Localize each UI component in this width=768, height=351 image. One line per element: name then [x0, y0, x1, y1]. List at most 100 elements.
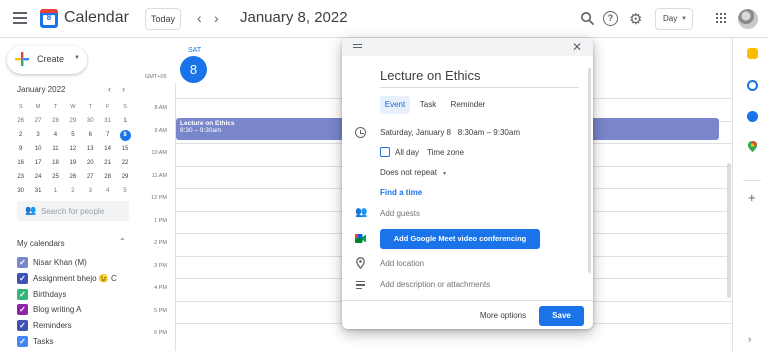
help-icon[interactable]: ?	[603, 11, 618, 26]
calendar-item[interactable]: ✓ Assignment bhejo 😉 C	[17, 271, 117, 285]
checkbox-icon[interactable]: ✓	[17, 303, 28, 315]
grid-scrollbar[interactable]	[727, 163, 731, 298]
add-addon-icon[interactable]: +	[748, 190, 756, 205]
find-a-time-link[interactable]: Find a time	[380, 188, 422, 197]
mini-calendar-day[interactable]: 29	[116, 170, 133, 184]
contacts-icon[interactable]	[747, 111, 758, 122]
mini-calendar-day[interactable]: 2	[12, 128, 29, 142]
repeat-select[interactable]: Does not repeat ▼	[380, 168, 447, 177]
google-apps-icon[interactable]	[716, 13, 726, 23]
tab-reminder[interactable]: Reminder	[446, 96, 490, 114]
add-description-input[interactable]: Add description or attachments	[380, 280, 490, 289]
checkbox-icon[interactable]: ✓	[17, 319, 28, 331]
mini-calendar-day[interactable]: 30	[82, 114, 99, 128]
start-time[interactable]: 8:30am	[458, 128, 485, 137]
next-day-icon[interactable]: ›	[214, 10, 219, 26]
mini-calendar-day[interactable]: 4	[99, 184, 116, 198]
mini-calendar-day[interactable]: 31	[29, 184, 46, 198]
mini-calendar-week: 16 17 18 19 20 21 22	[12, 156, 134, 170]
mini-calendar-day[interactable]: 25	[47, 170, 64, 184]
mini-calendar-day[interactable]: 26	[12, 114, 29, 128]
dialog-scrollbar[interactable]	[588, 68, 591, 273]
mini-calendar-day[interactable]: 5	[116, 184, 133, 198]
mini-calendar-day[interactable]: 23	[12, 170, 29, 184]
mini-calendar-day[interactable]: 18	[47, 156, 64, 170]
mini-calendar-day[interactable]: 13	[82, 142, 99, 156]
view-select[interactable]: Day ▼	[655, 8, 693, 30]
search-icon[interactable]	[580, 11, 595, 26]
mini-calendar-day[interactable]: 27	[82, 170, 99, 184]
mini-calendar-day[interactable]: 12	[64, 142, 81, 156]
mini-calendar-day[interactable]: 28	[47, 114, 64, 128]
today-button[interactable]: Today	[145, 8, 181, 30]
calendar-item[interactable]: ✓ Tasks	[17, 334, 53, 348]
expand-panel-icon[interactable]: ›	[748, 334, 751, 345]
mini-calendar-day[interactable]: 4	[47, 128, 64, 142]
mini-calendar-day[interactable]: 24	[29, 170, 46, 184]
mini-calendar-day[interactable]: 8	[116, 128, 133, 142]
tab-event[interactable]: Event	[380, 96, 410, 114]
checkbox-icon[interactable]: ✓	[17, 288, 28, 300]
mini-calendar-day[interactable]: 6	[82, 128, 99, 142]
tab-task[interactable]: Task	[415, 96, 441, 114]
people-search-input[interactable]: 👥 Search for people	[17, 201, 129, 221]
drag-handle-icon[interactable]	[353, 44, 362, 50]
mini-calendar-day[interactable]: 5	[64, 128, 81, 142]
mini-calendar-next-icon[interactable]: ›	[122, 84, 125, 94]
mini-calendar-day[interactable]: 22	[116, 156, 133, 170]
close-icon[interactable]: ✕	[572, 40, 582, 54]
gear-icon[interactable]: ⚙	[629, 10, 642, 28]
mini-calendar-day[interactable]: 16	[12, 156, 29, 170]
calendar-item[interactable]: ✓ Birthdays	[17, 287, 66, 301]
mini-calendar-day[interactable]: 1	[116, 114, 133, 128]
keep-icon[interactable]	[747, 48, 758, 59]
mini-calendar-day[interactable]: 17	[29, 156, 46, 170]
more-options-button[interactable]: More options	[472, 306, 534, 326]
mini-calendar-day[interactable]: 31	[99, 114, 116, 128]
chevron-up-icon[interactable]: ⌃	[119, 237, 126, 246]
mini-calendar-day[interactable]: 10	[29, 142, 46, 156]
mini-calendar-day[interactable]: 3	[29, 128, 46, 142]
mini-calendar-prev-icon[interactable]: ‹	[108, 84, 111, 94]
calendar-item[interactable]: ✓ Reminders	[17, 318, 72, 332]
event-title-input[interactable]: Lecture on Ethics	[380, 68, 480, 83]
mini-calendar-day[interactable]: 15	[116, 142, 133, 156]
mini-calendar-day[interactable]: 9	[12, 142, 29, 156]
my-calendars-title[interactable]: My calendars	[17, 239, 65, 248]
mini-calendar-day[interactable]: 30	[12, 184, 29, 198]
checkbox-icon[interactable]: ✓	[17, 272, 28, 284]
create-button[interactable]: Create ▼	[7, 46, 87, 74]
maps-icon[interactable]	[747, 141, 758, 152]
mini-calendar-day[interactable]: 27	[29, 114, 46, 128]
add-guests-input[interactable]: Add guests	[380, 209, 420, 218]
checkbox-icon[interactable]: ✓	[17, 335, 28, 347]
add-meet-button[interactable]: Add Google Meet video conferencing	[380, 229, 540, 249]
save-button[interactable]: Save	[539, 306, 584, 326]
checkbox-icon[interactable]: ✓	[17, 256, 28, 268]
dialog-drag-bar[interactable]: ✕	[342, 38, 593, 56]
avatar[interactable]	[738, 9, 758, 29]
mini-calendar-day[interactable]: 19	[64, 156, 81, 170]
calendar-item[interactable]: ✓ Nisar Khan (M)	[17, 255, 87, 269]
previous-day-icon[interactable]: ‹	[197, 10, 202, 26]
mini-calendar-day[interactable]: 11	[47, 142, 64, 156]
event-date[interactable]: Saturday, January 8	[380, 128, 451, 137]
mini-calendar-day[interactable]: 26	[64, 170, 81, 184]
time-zone-link[interactable]: Time zone	[427, 148, 464, 157]
mini-calendar-day[interactable]: 7	[99, 128, 116, 142]
mini-calendar-day[interactable]: 20	[82, 156, 99, 170]
calendar-item[interactable]: ✓ Blog writing A	[17, 302, 81, 316]
tasks-icon[interactable]	[747, 80, 758, 91]
mini-calendar-day[interactable]: 29	[64, 114, 81, 128]
all-day-checkbox[interactable]	[380, 147, 390, 157]
end-time[interactable]: 9:30am	[493, 128, 520, 137]
mini-calendar-day[interactable]: 21	[99, 156, 116, 170]
add-location-input[interactable]: Add location	[380, 259, 424, 268]
main-menu-icon[interactable]	[13, 12, 27, 24]
mini-calendar-day[interactable]: 1	[47, 184, 64, 198]
mini-calendar-day[interactable]: 2	[64, 184, 81, 198]
day-header-number[interactable]: 8	[180, 56, 207, 83]
mini-calendar-day[interactable]: 28	[99, 170, 116, 184]
mini-calendar-day[interactable]: 3	[82, 184, 99, 198]
mini-calendar-day[interactable]: 14	[99, 142, 116, 156]
